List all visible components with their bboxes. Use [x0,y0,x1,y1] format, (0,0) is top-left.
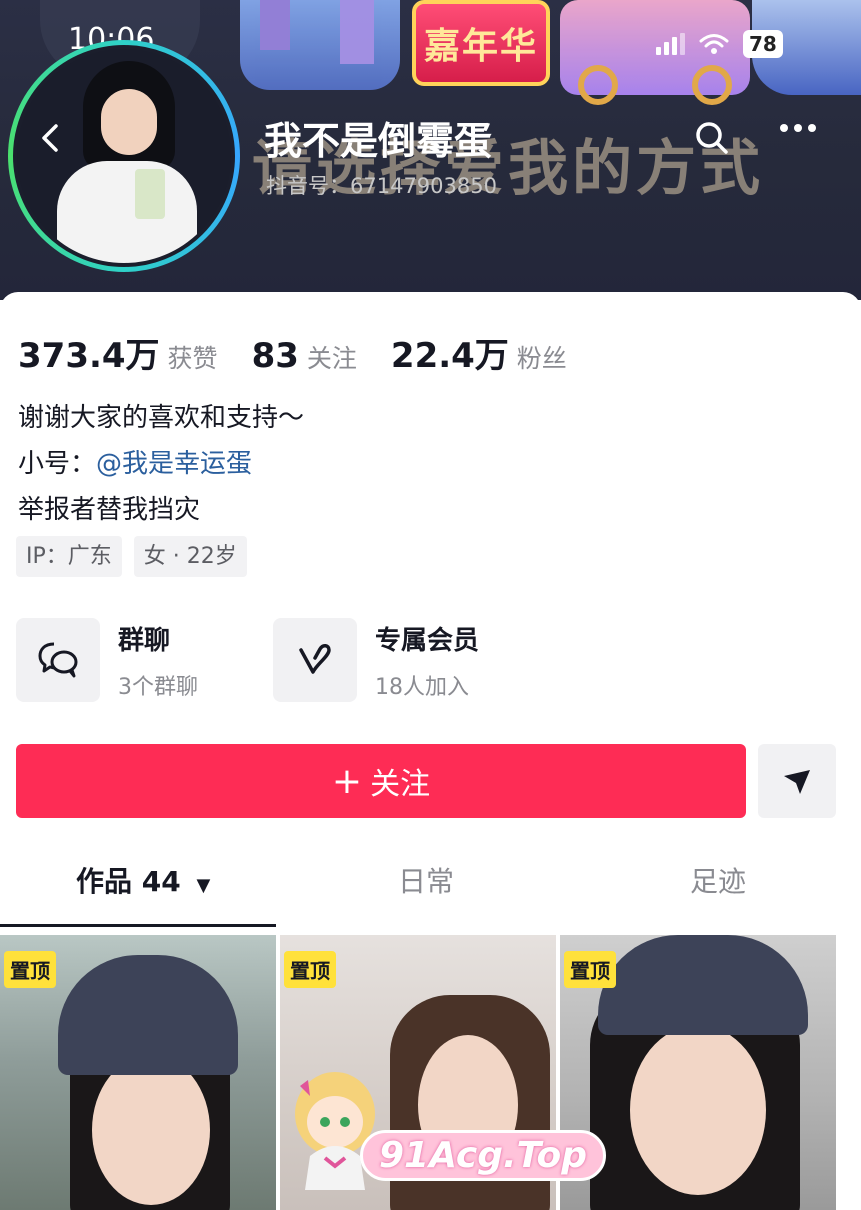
tab-daily[interactable]: 日常 [398,860,454,900]
profile-header: 嘉年华 请选择爱我的方式 10:06 78 我不是倒霉蛋 抖音号：6714790… [0,0,861,300]
profile-tags: IP：广东 女 · 22岁 [16,536,247,577]
watermark-text: 91Acg.Top [360,1130,607,1181]
following-label: 关注 [306,344,357,373]
membership-count: 18人加入 [375,674,469,700]
battery-indicator: 78 [743,30,783,58]
tab-footprints[interactable]: 足迹 [690,860,746,900]
douyin-id[interactable]: 抖音号：67147903850 [266,170,497,200]
more-options-icon[interactable] [780,124,816,132]
profile-stats: 373.4万 获赞 83 关注 22.4万 粉丝 [18,328,567,377]
profile-username: 我不是倒霉蛋 [264,119,493,163]
banner-sign: 嘉年华 [412,0,550,86]
bio-line: 谢谢大家的喜欢和支持～ [18,403,305,433]
likes-label: 获赞 [167,344,218,373]
following-count[interactable]: 83 [252,336,299,376]
alt-account-link[interactable]: @我是幸运蛋 [96,449,252,479]
video-thumbnail[interactable]: 置顶 [0,935,276,1210]
status-icons: 78 [656,30,783,58]
heart-v-icon [273,618,357,702]
banner-castle-image [240,0,400,90]
wifi-icon [699,34,729,54]
chat-bubbles-icon [16,618,100,702]
back-arrow-icon[interactable] [32,118,72,158]
active-tab-indicator [0,924,276,927]
pinned-badge: 置顶 [284,951,336,988]
bio-line: 举报者替我挡灾 [18,495,201,525]
chevron-down-icon: ▼ [196,875,211,896]
tab-works[interactable]: 作品 44 ▼ [76,860,210,900]
membership-entry[interactable]: 专属会员 18人加入 [273,618,479,702]
pinned-badge: 置顶 [564,951,616,988]
signal-icon [656,33,685,55]
share-button[interactable] [758,744,836,818]
bio-line: 小号：@我是幸运蛋 [18,449,253,479]
followers-label: 粉丝 [516,344,567,373]
watermark: 91Acg.Top [280,1066,607,1196]
gender-age-tag: 女 · 22岁 [133,536,247,577]
group-chat-count: 3个群聊 [118,674,198,700]
followers-count[interactable]: 22.4万 [391,328,509,377]
profile-bio: 谢谢大家的喜欢和支持～ 小号：@我是幸运蛋 举报者替我挡灾 [18,395,304,533]
likes-count[interactable]: 373.4万 [18,328,160,377]
group-chat-title: 群聊 [118,625,171,656]
membership-title: 专属会员 [375,625,480,656]
follow-label: 关注 [370,767,431,802]
pinned-badge: 置顶 [4,951,56,988]
ip-location-tag: IP：广东 [16,536,122,577]
search-icon[interactable] [692,118,732,158]
group-chat-entry[interactable]: 群聊 3个群聊 [16,618,198,702]
follow-button[interactable]: + 关注 [16,744,746,818]
send-icon [784,770,810,794]
plus-icon: + [331,760,363,802]
content-tabs: 作品 44 ▼ 日常 足迹 [0,860,861,927]
